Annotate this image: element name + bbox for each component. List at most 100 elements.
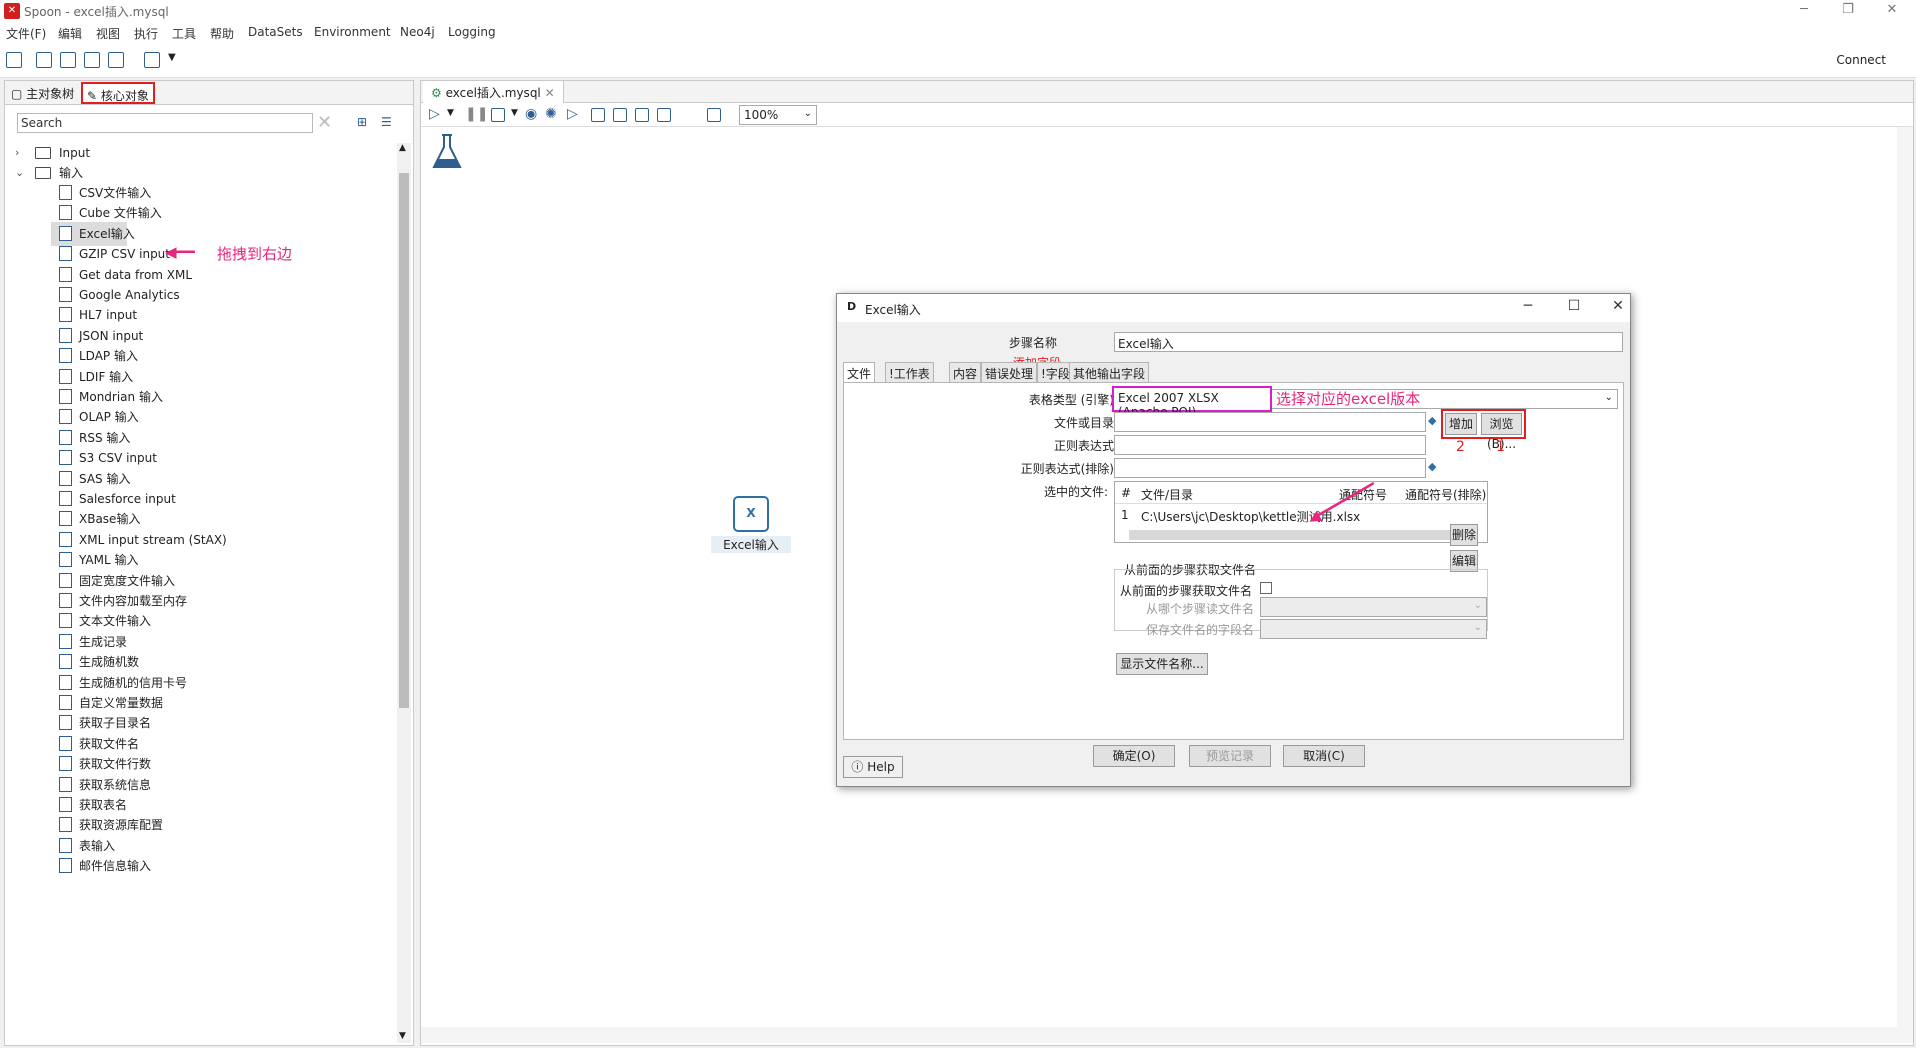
step-name-label: 步骤名称 [1008, 336, 1057, 350]
tab-file[interactable]: 文件 [843, 362, 876, 382]
pause-icon[interactable]: ❚❚ [465, 106, 488, 122]
regex-exclude-input[interactable] [1114, 458, 1426, 478]
run-icon[interactable]: ▷ [429, 106, 440, 122]
tab-core-objects[interactable]: ✎ 核心对象 [81, 82, 155, 104]
menu-file[interactable]: 文件(F) [6, 25, 46, 42]
connect-button[interactable]: Connect [1836, 53, 1886, 67]
preview-eye-icon[interactable]: ◉ [525, 106, 537, 122]
table-row[interactable]: 1 C:\Users\jc\Desktop\kettle测试用.xlsx [1115, 504, 1487, 526]
cancel-button[interactable]: 取消(C) [1283, 745, 1365, 767]
perspective-layers-icon[interactable] [144, 52, 160, 68]
step-input-icon [59, 756, 72, 772]
run-dropdown-icon[interactable]: ▼ [447, 108, 454, 118]
from-step-select[interactable]: ⌄ [1260, 597, 1487, 617]
canvas-vertical-scrollbar[interactable] [1897, 127, 1913, 1027]
show-results-icon[interactable] [707, 108, 721, 122]
header-num: # [1121, 486, 1132, 500]
tree-step-item[interactable]: 邮件信息输入 [51, 854, 351, 878]
chevron-down-icon[interactable]: ⌄ [15, 161, 24, 185]
help-button[interactable]: ⓘ Help [843, 756, 903, 778]
minimize-icon[interactable]: ─ [1784, 0, 1824, 22]
folder-icon [35, 147, 51, 159]
tree-scrollbar[interactable]: ▲ ▼ [397, 143, 411, 1043]
tab-content[interactable]: 内容 [949, 362, 982, 382]
selected-files-table: # 文件/目录 通配符号 通配符号(排除) 1 C:\Users\jc\Desk… [1114, 481, 1488, 543]
step-input-icon [59, 389, 72, 404]
menu-run[interactable]: 执行 [134, 25, 158, 42]
close-icon[interactable]: ✕ [1872, 0, 1912, 22]
scroll-down-icon[interactable]: ▼ [399, 1031, 406, 1041]
save-icon[interactable] [84, 52, 100, 68]
version-hint-annotation: 选择对应的excel版本 [1276, 390, 1421, 408]
explore-repository-icon[interactable] [60, 52, 76, 68]
debug-bug-icon[interactable]: ✺ [545, 106, 557, 122]
regex-input[interactable] [1114, 435, 1426, 455]
editor-tab-bar: ⚙ excel插入.mysql ✕ [421, 81, 1913, 103]
canvas-toolbar: ▷ ▼ ❚❚ ▼ ◉ ✺ ▷ 100% ⌄ [421, 103, 1913, 127]
menu-help[interactable]: 帮助 [210, 25, 234, 42]
zoom-select[interactable]: 100% ⌄ [739, 105, 817, 125]
browse-button[interactable]: 浏览(B)... [1481, 413, 1522, 451]
menu-tools[interactable]: 工具 [172, 25, 196, 42]
add-file-button[interactable]: 增加 [1445, 413, 1477, 435]
replay-icon[interactable]: ▷ [567, 106, 578, 122]
dialog-close-icon[interactable]: ✕ [1603, 298, 1633, 314]
clear-search-icon[interactable]: ✕ [317, 112, 332, 133]
menu-edit[interactable]: 编辑 [58, 25, 82, 42]
menu-datasets[interactable]: DataSets [248, 25, 303, 39]
menu-logging[interactable]: Logging [448, 25, 496, 39]
open-file-icon[interactable] [36, 52, 52, 68]
step-input-icon [59, 368, 72, 384]
menu-neo4j[interactable]: Neo4j [400, 25, 435, 39]
verify-icon[interactable] [591, 108, 605, 122]
tab-close-icon[interactable]: ✕ [545, 86, 555, 100]
exploredb-icon[interactable] [657, 108, 671, 122]
stop-icon[interactable] [491, 108, 505, 122]
sql-icon[interactable] [635, 108, 649, 122]
scroll-up-icon[interactable]: ▲ [399, 143, 406, 153]
excel-step-icon: X [733, 496, 769, 532]
step-name-input[interactable]: Excel输入 [1114, 332, 1623, 352]
dialog-minimize-icon[interactable]: ─ [1513, 298, 1543, 314]
restore-icon[interactable]: ❐ [1828, 0, 1868, 22]
flask-icon [432, 134, 462, 168]
impact-icon[interactable] [613, 108, 627, 122]
expand-all-icon[interactable]: ☰ [381, 115, 392, 129]
show-filenames-button[interactable]: 显示文件名称... [1116, 653, 1208, 675]
ok-button[interactable]: 确定(O) [1093, 745, 1175, 767]
file-tab-panel: 表格类型 (引擎) ⌄ Excel 2007 XLSX (Apache POI)… [843, 382, 1624, 740]
dialog-maximize-icon[interactable]: ☐ [1559, 298, 1589, 314]
menu-environment[interactable]: Environment [314, 25, 391, 39]
file-dir-input[interactable] [1114, 412, 1426, 432]
tab-sheets[interactable]: !工作表 [885, 362, 934, 382]
tab-error-handling[interactable]: 错误处理 [981, 362, 1038, 382]
preview-button[interactable]: 预览记录 [1189, 745, 1271, 767]
menu-view[interactable]: 视图 [96, 25, 120, 42]
collapse-all-icon[interactable]: ⊞ [357, 115, 367, 129]
chevron-down-icon: ⌄ [803, 108, 812, 119]
tab-main-tree[interactable]: ▢ 主对象树 [7, 82, 78, 104]
delete-button[interactable]: 删除 [1450, 524, 1478, 546]
step-input-icon [59, 797, 72, 812]
step-input-icon [59, 450, 72, 466]
regex-exclude-label: 正则表达式(排除) [1020, 462, 1114, 476]
tree-scrollbar-thumb[interactable] [399, 173, 409, 708]
search-input[interactable]: Search [17, 113, 313, 133]
dialog-title-bar: D Excel输入 ─ ☐ ✕ [837, 294, 1630, 322]
new-file-icon[interactable] [6, 52, 22, 68]
from-step-label: 从哪个步骤读文件名 [1145, 602, 1254, 616]
tab-additional-fields[interactable]: 其他输出字段 [1069, 362, 1150, 382]
editor-tab[interactable]: ⚙ excel插入.mysql ✕ [423, 81, 564, 103]
drag-arrow-icon: ◀━━ [165, 243, 195, 261]
from-prev-checkbox[interactable] [1260, 582, 1272, 594]
canvas-horizontal-scrollbar[interactable] [421, 1027, 1913, 1043]
table-type-value[interactable]: Excel 2007 XLSX (Apache POI) [1112, 386, 1272, 419]
perspective-dropdown-icon[interactable]: ▼ [168, 52, 176, 63]
stop-dropdown-icon[interactable]: ▼ [511, 108, 518, 118]
save-as-icon[interactable] [108, 52, 124, 68]
table-hscrollbar[interactable] [1129, 530, 1473, 540]
save-field-select[interactable]: ⌄ [1260, 619, 1487, 639]
main-toolbar: ▼ Connect [0, 44, 1916, 78]
dialog-title: Excel输入 [865, 303, 921, 317]
step-input-icon [59, 858, 72, 874]
